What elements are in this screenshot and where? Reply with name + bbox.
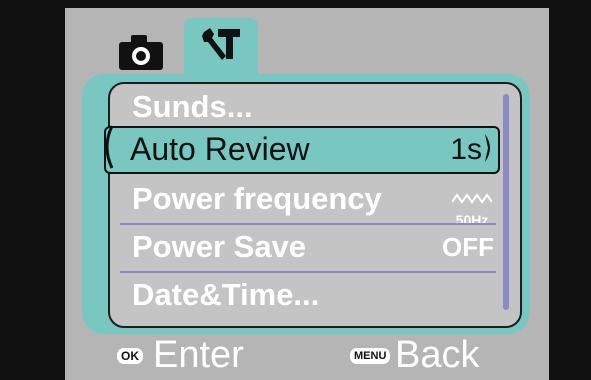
settings-list: Sunds... Power frequency 50Hz Power Save… [108, 82, 522, 328]
list-item[interactable]: Sunds... [110, 84, 502, 130]
waveform-icon [451, 193, 493, 204]
tab-settings[interactable] [184, 18, 258, 82]
enter-hint: Enter [153, 334, 244, 376]
scrollbar[interactable] [503, 94, 509, 310]
divider [120, 223, 496, 225]
list-item[interactable]: Power frequency 50Hz [110, 176, 502, 228]
back-hint: Back [395, 334, 480, 376]
tools-icon [202, 28, 240, 60]
list-item-value: OFF [442, 231, 494, 262]
selected-item-value: 1s [450, 133, 482, 166]
camera-icon [119, 35, 163, 70]
selected-list-item[interactable]: Auto Review 1s [104, 126, 500, 174]
tab-camera[interactable] [112, 30, 170, 74]
list-item[interactable]: Power Save OFF [110, 224, 502, 270]
list-item-label: Sunds... [132, 89, 253, 124]
list-item-label: Power frequency [132, 181, 382, 216]
list-item-label: Power Save [132, 229, 307, 264]
selected-item-label: Auto Review [130, 131, 310, 167]
power-frequency-value: 50Hz [448, 178, 496, 228]
list-item-label: Date&Time... [132, 277, 320, 312]
footer-hints: OK Enter MENU Back [65, 334, 549, 380]
menu-button-icon: MENU [350, 348, 391, 364]
list-item[interactable]: Date&Time... [110, 272, 502, 318]
right-arrow-icon[interactable] [483, 132, 495, 164]
divider [120, 271, 496, 273]
left-bracket-icon [105, 125, 114, 169]
ok-button-icon: OK [117, 348, 143, 364]
